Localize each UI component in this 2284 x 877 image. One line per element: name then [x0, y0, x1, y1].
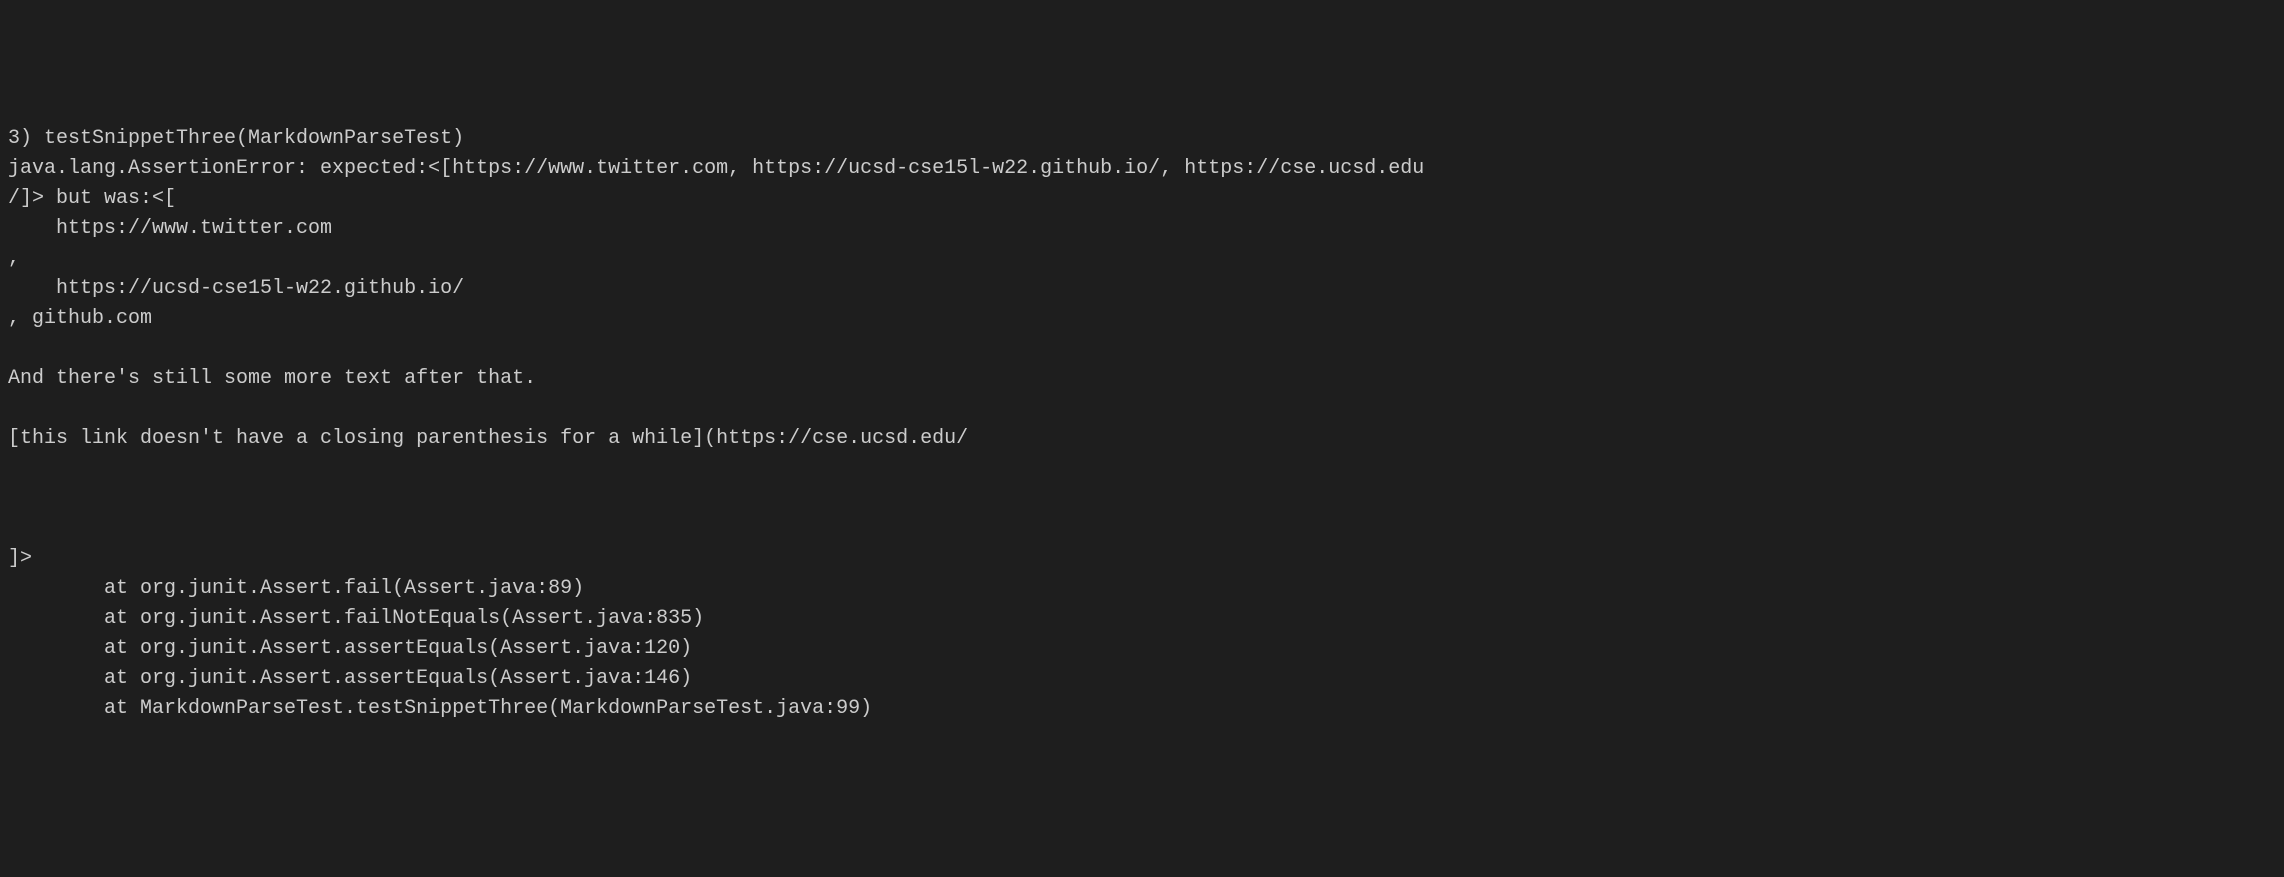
actual-url-line-1: https://www.twitter.com [8, 217, 332, 240]
text-after-line: And there's still some more text after t… [8, 367, 536, 390]
link-text-line: [this link doesn't have a closing parent… [8, 427, 968, 450]
stacktrace-line-3: at org.junit.Assert.assertEquals(Assert.… [8, 637, 692, 660]
stacktrace-line-4: at org.junit.Assert.assertEquals(Assert.… [8, 667, 692, 690]
stacktrace-line-1: at org.junit.Assert.fail(Assert.java:89) [8, 577, 584, 600]
terminal-output: 3) testSnippetThree(MarkdownParseTest) j… [8, 124, 2276, 724]
actual-url-line-2: https://ucsd-cse15l-w22.github.io/ [8, 277, 464, 300]
test-header-line: 3) testSnippetThree(MarkdownParseTest) [8, 127, 464, 150]
stacktrace-line-5: at MarkdownParseTest.testSnippetThree(Ma… [8, 697, 872, 720]
stacktrace-line-2: at org.junit.Assert.failNotEquals(Assert… [8, 607, 704, 630]
actual-close-line: ]> [8, 547, 32, 570]
assertion-error-line: java.lang.AssertionError: expected:<[htt… [8, 157, 1424, 180]
expected-close-line: /]> but was:<[ [8, 187, 176, 210]
separator-line-2: , github.com [8, 307, 152, 330]
separator-line-1: , [8, 247, 32, 270]
